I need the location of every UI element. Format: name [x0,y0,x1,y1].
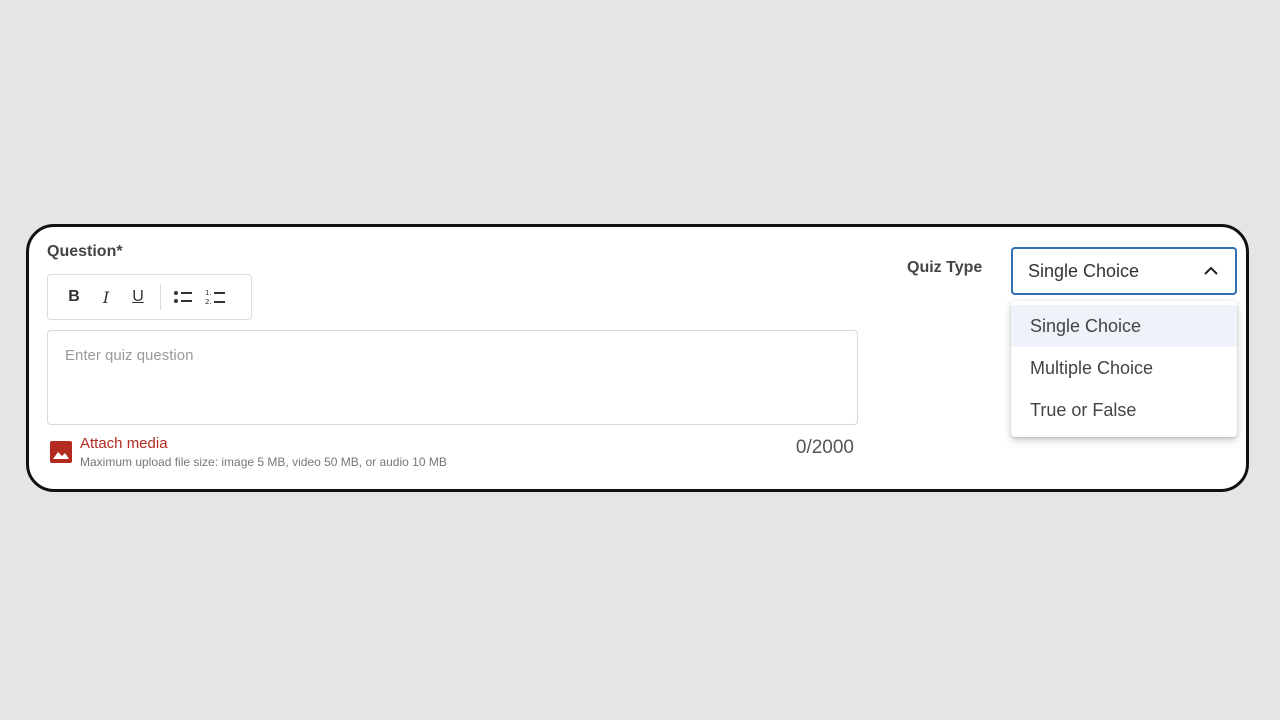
option-multiple-choice[interactable]: Multiple Choice [1011,347,1237,389]
quiz-type-select[interactable]: Single Choice [1011,247,1237,295]
numbered-list-button[interactable]: 1. 2. [199,281,231,313]
attach-media-link[interactable]: Attach media [80,435,168,452]
chevron-up-icon [1204,266,1218,275]
svg-text:1.: 1. [205,289,212,297]
svg-text:2.: 2. [205,298,212,306]
bold-button[interactable]: B [58,281,90,313]
option-single-choice[interactable]: Single Choice [1011,305,1237,347]
numbered-list-icon: 1. 2. [205,289,225,306]
italic-button[interactable]: I [90,281,122,313]
bulleted-list-button[interactable] [167,281,199,313]
question-label: Question* [47,243,123,260]
bulleted-list-icon [174,291,192,303]
option-true-or-false[interactable]: True or False [1011,389,1237,431]
underline-button[interactable]: U [122,281,154,313]
quiz-type-selected-value: Single Choice [1028,260,1140,281]
upload-size-hint: Maximum upload file size: image 5 MB, vi… [80,455,447,469]
quiz-type-label: Quiz Type [907,259,983,276]
character-count: 0/2000 [795,437,854,458]
quiz-type-dropdown: Single Choice Multiple Choice True or Fa… [1011,301,1237,437]
question-card: Question* B I U 1. 2. Attach media [26,224,1249,492]
question-input[interactable] [47,330,858,425]
formatting-toolbar: B I U 1. 2. [47,274,252,320]
image-icon[interactable] [50,441,72,463]
toolbar-divider [160,284,161,310]
